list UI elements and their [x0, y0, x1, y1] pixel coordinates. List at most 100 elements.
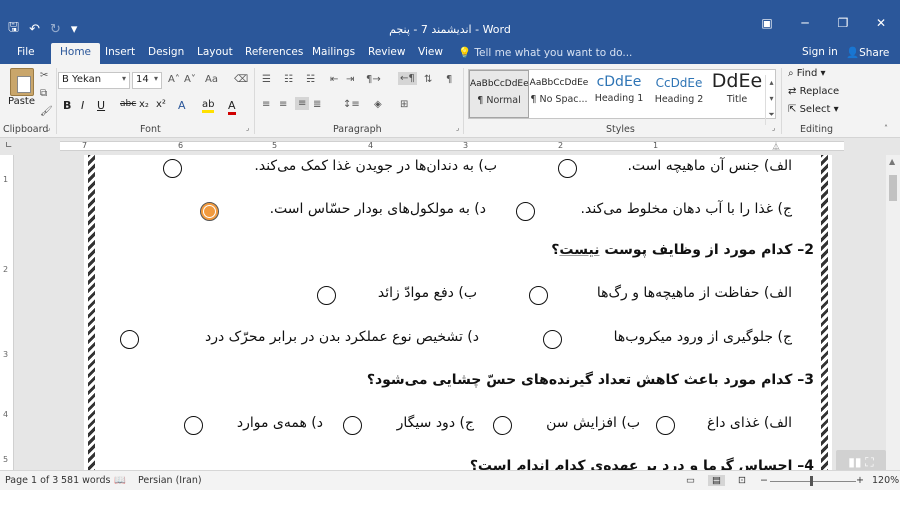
word-count[interactable]: 581 words: [61, 475, 110, 486]
q1-radio-alef[interactable]: [558, 159, 577, 178]
replace-button[interactable]: ⇄ Replace: [788, 86, 839, 97]
q2-option-jim[interactable]: ج) جلوگیری از ورود میکروب‌ها: [614, 329, 792, 345]
tab-insert[interactable]: Insert: [105, 46, 135, 58]
clipboard-launcher-icon[interactable]: ⌟: [47, 124, 50, 132]
italic-button[interactable]: I: [81, 99, 84, 112]
tell-me-search[interactable]: 💡 Tell me what you want to do...: [458, 46, 632, 59]
borders-icon[interactable]: ⊞: [400, 99, 408, 110]
style-heading-1[interactable]: cDdEe Heading 1: [589, 70, 649, 118]
font-launcher-icon[interactable]: ⌟: [246, 124, 249, 132]
select-button[interactable]: ⇱ Select ▾: [788, 104, 839, 115]
shading-icon[interactable]: ◈: [374, 99, 382, 110]
q3-radio-be[interactable]: [493, 416, 512, 435]
zoom-out-button[interactable]: −: [760, 475, 768, 486]
vertical-scrollbar[interactable]: ▲: [886, 155, 900, 470]
horizontal-ruler[interactable]: 7 6 5 4 3 2 1 ⏅: [60, 141, 844, 151]
zoom-slider[interactable]: [770, 481, 856, 482]
read-mode-icon[interactable]: ▭: [686, 475, 695, 486]
q2-radio-be[interactable]: [317, 286, 336, 305]
close-button[interactable]: ✕: [862, 16, 900, 30]
line-spacing-icon[interactable]: ↕≡: [343, 99, 360, 110]
document-area[interactable]: الف) جنس آن ماهیچه است. ب) به دندان‌ها د…: [14, 155, 886, 470]
print-layout-icon[interactable]: ▤: [708, 475, 725, 486]
bold-button[interactable]: B: [63, 99, 71, 112]
scroll-thumb[interactable]: [889, 175, 897, 201]
scroll-up-icon[interactable]: ▲: [889, 157, 895, 166]
increase-indent-icon[interactable]: ⇥: [346, 74, 354, 85]
text-effects-icon[interactable]: A: [178, 99, 186, 112]
highlight-icon[interactable]: ab: [202, 99, 215, 113]
justify-icon[interactable]: ≣: [313, 99, 321, 110]
change-case-icon[interactable]: Aa: [205, 74, 218, 85]
zoom-in-button[interactable]: +: [856, 475, 864, 486]
grow-font-icon[interactable]: A˄: [168, 74, 180, 85]
clear-formatting-icon[interactable]: ⌫: [234, 74, 248, 85]
copy-icon[interactable]: ⧉: [40, 88, 47, 99]
q1-radio-be[interactable]: [163, 159, 182, 178]
page-count[interactable]: Page 1 of 3: [5, 475, 58, 486]
align-center-icon[interactable]: ≡: [279, 99, 287, 110]
tab-selector-icon[interactable]: ∟: [5, 141, 13, 151]
paragraph-launcher-icon[interactable]: ⌟: [456, 124, 459, 132]
zoom-level[interactable]: 120%: [872, 475, 899, 486]
multilevel-list-icon[interactable]: ☵: [306, 74, 315, 85]
minimize-button[interactable]: ─: [786, 16, 824, 30]
proofing-icon[interactable]: 📖: [114, 475, 126, 486]
tab-view[interactable]: View: [418, 46, 443, 58]
q3-option-dal[interactable]: د) همه‌ی موارد: [237, 415, 323, 431]
style-no-spacing[interactable]: AaBbCcDdEe ¶ No Spac...: [529, 70, 589, 118]
collapse-ribbon-icon[interactable]: ˄: [884, 124, 888, 133]
font-name-combo[interactable]: B Yekan ▾: [58, 72, 130, 89]
share-button[interactable]: 👤Share: [846, 46, 889, 59]
web-layout-icon[interactable]: ⊡: [738, 475, 746, 486]
underline-button[interactable]: U: [97, 99, 105, 112]
q2-radio-alef[interactable]: [529, 286, 548, 305]
tab-design[interactable]: Design: [148, 46, 184, 58]
tab-references[interactable]: References: [245, 46, 303, 58]
language-indicator[interactable]: Persian (Iran): [138, 475, 202, 486]
strikethrough-button[interactable]: abc: [120, 99, 136, 109]
find-button[interactable]: ⌕ Find ▾: [788, 68, 826, 79]
q2-option-be[interactable]: ب) دفع موادّ زائد: [378, 285, 477, 301]
style-title[interactable]: DdEe Title: [709, 70, 765, 118]
zoom-slider-thumb[interactable]: [810, 476, 813, 486]
paste-button[interactable]: Paste: [8, 96, 35, 107]
ribbon-display-options-icon[interactable]: ▣: [748, 16, 786, 30]
styles-launcher-icon[interactable]: ⌟: [772, 124, 775, 132]
sort-icon[interactable]: ⇅: [424, 74, 432, 85]
q3-radio-jim[interactable]: [343, 416, 362, 435]
q3-radio-dal[interactable]: [184, 416, 203, 435]
q1-option-be[interactable]: ب) به دندان‌ها در جویدن غذا کمک می‌کند.: [254, 158, 497, 174]
q2-option-alef[interactable]: الف) حفاظت از ماهیچه‌ها و رگ‌ها: [597, 285, 792, 301]
q2-radio-dal[interactable]: [120, 330, 139, 349]
paste-icon[interactable]: [10, 68, 34, 96]
superscript-button[interactable]: x²: [156, 99, 166, 110]
format-painter-icon[interactable]: 🖌: [40, 106, 53, 117]
styles-gallery-scroll[interactable]: ▴ ▾ ⏷: [765, 75, 777, 125]
q1-radio-jim[interactable]: [516, 202, 535, 221]
show-formatting-icon[interactable]: ¶: [446, 74, 452, 85]
q2-option-dal[interactable]: د) تشخیص نوع عملکرد بدن در برابر محرّک د…: [205, 329, 479, 345]
q3-radio-alef[interactable]: [656, 416, 675, 435]
tab-mailings[interactable]: Mailings: [312, 46, 355, 58]
q3-option-be[interactable]: ب) افزایش سن: [546, 415, 640, 431]
sign-in-link[interactable]: Sign in: [802, 46, 838, 58]
q1-option-dal[interactable]: د) به مولکول‌های بودار حسّاس است.: [270, 201, 486, 217]
subscript-button[interactable]: x₂: [139, 99, 149, 110]
restore-button[interactable]: ❐: [824, 16, 862, 30]
font-color-icon[interactable]: A: [228, 99, 236, 115]
shrink-font-icon[interactable]: A˅: [184, 74, 196, 85]
decrease-indent-icon[interactable]: ⇤: [330, 74, 338, 85]
tab-review[interactable]: Review: [368, 46, 405, 58]
q1-option-jim[interactable]: ج) غذا را با آب دهان مخلوط می‌کند.: [581, 201, 792, 217]
document-page[interactable]: الف) جنس آن ماهیچه است. ب) به دندان‌ها د…: [84, 155, 832, 470]
tab-file[interactable]: File: [17, 46, 35, 58]
align-right-icon[interactable]: ≡: [295, 97, 310, 110]
align-left-icon[interactable]: ≡: [262, 99, 270, 110]
q3-option-jim[interactable]: ج) دود سیگار: [397, 415, 474, 431]
indent-marker-icon[interactable]: ⏅: [772, 141, 780, 152]
rtl-direction-icon[interactable]: ←¶: [398, 72, 417, 85]
style-heading-2[interactable]: CcDdEe Heading 2: [649, 70, 709, 118]
tab-home[interactable]: Home: [51, 43, 101, 64]
q3-option-alef[interactable]: الف) غذای داغ: [707, 415, 792, 431]
